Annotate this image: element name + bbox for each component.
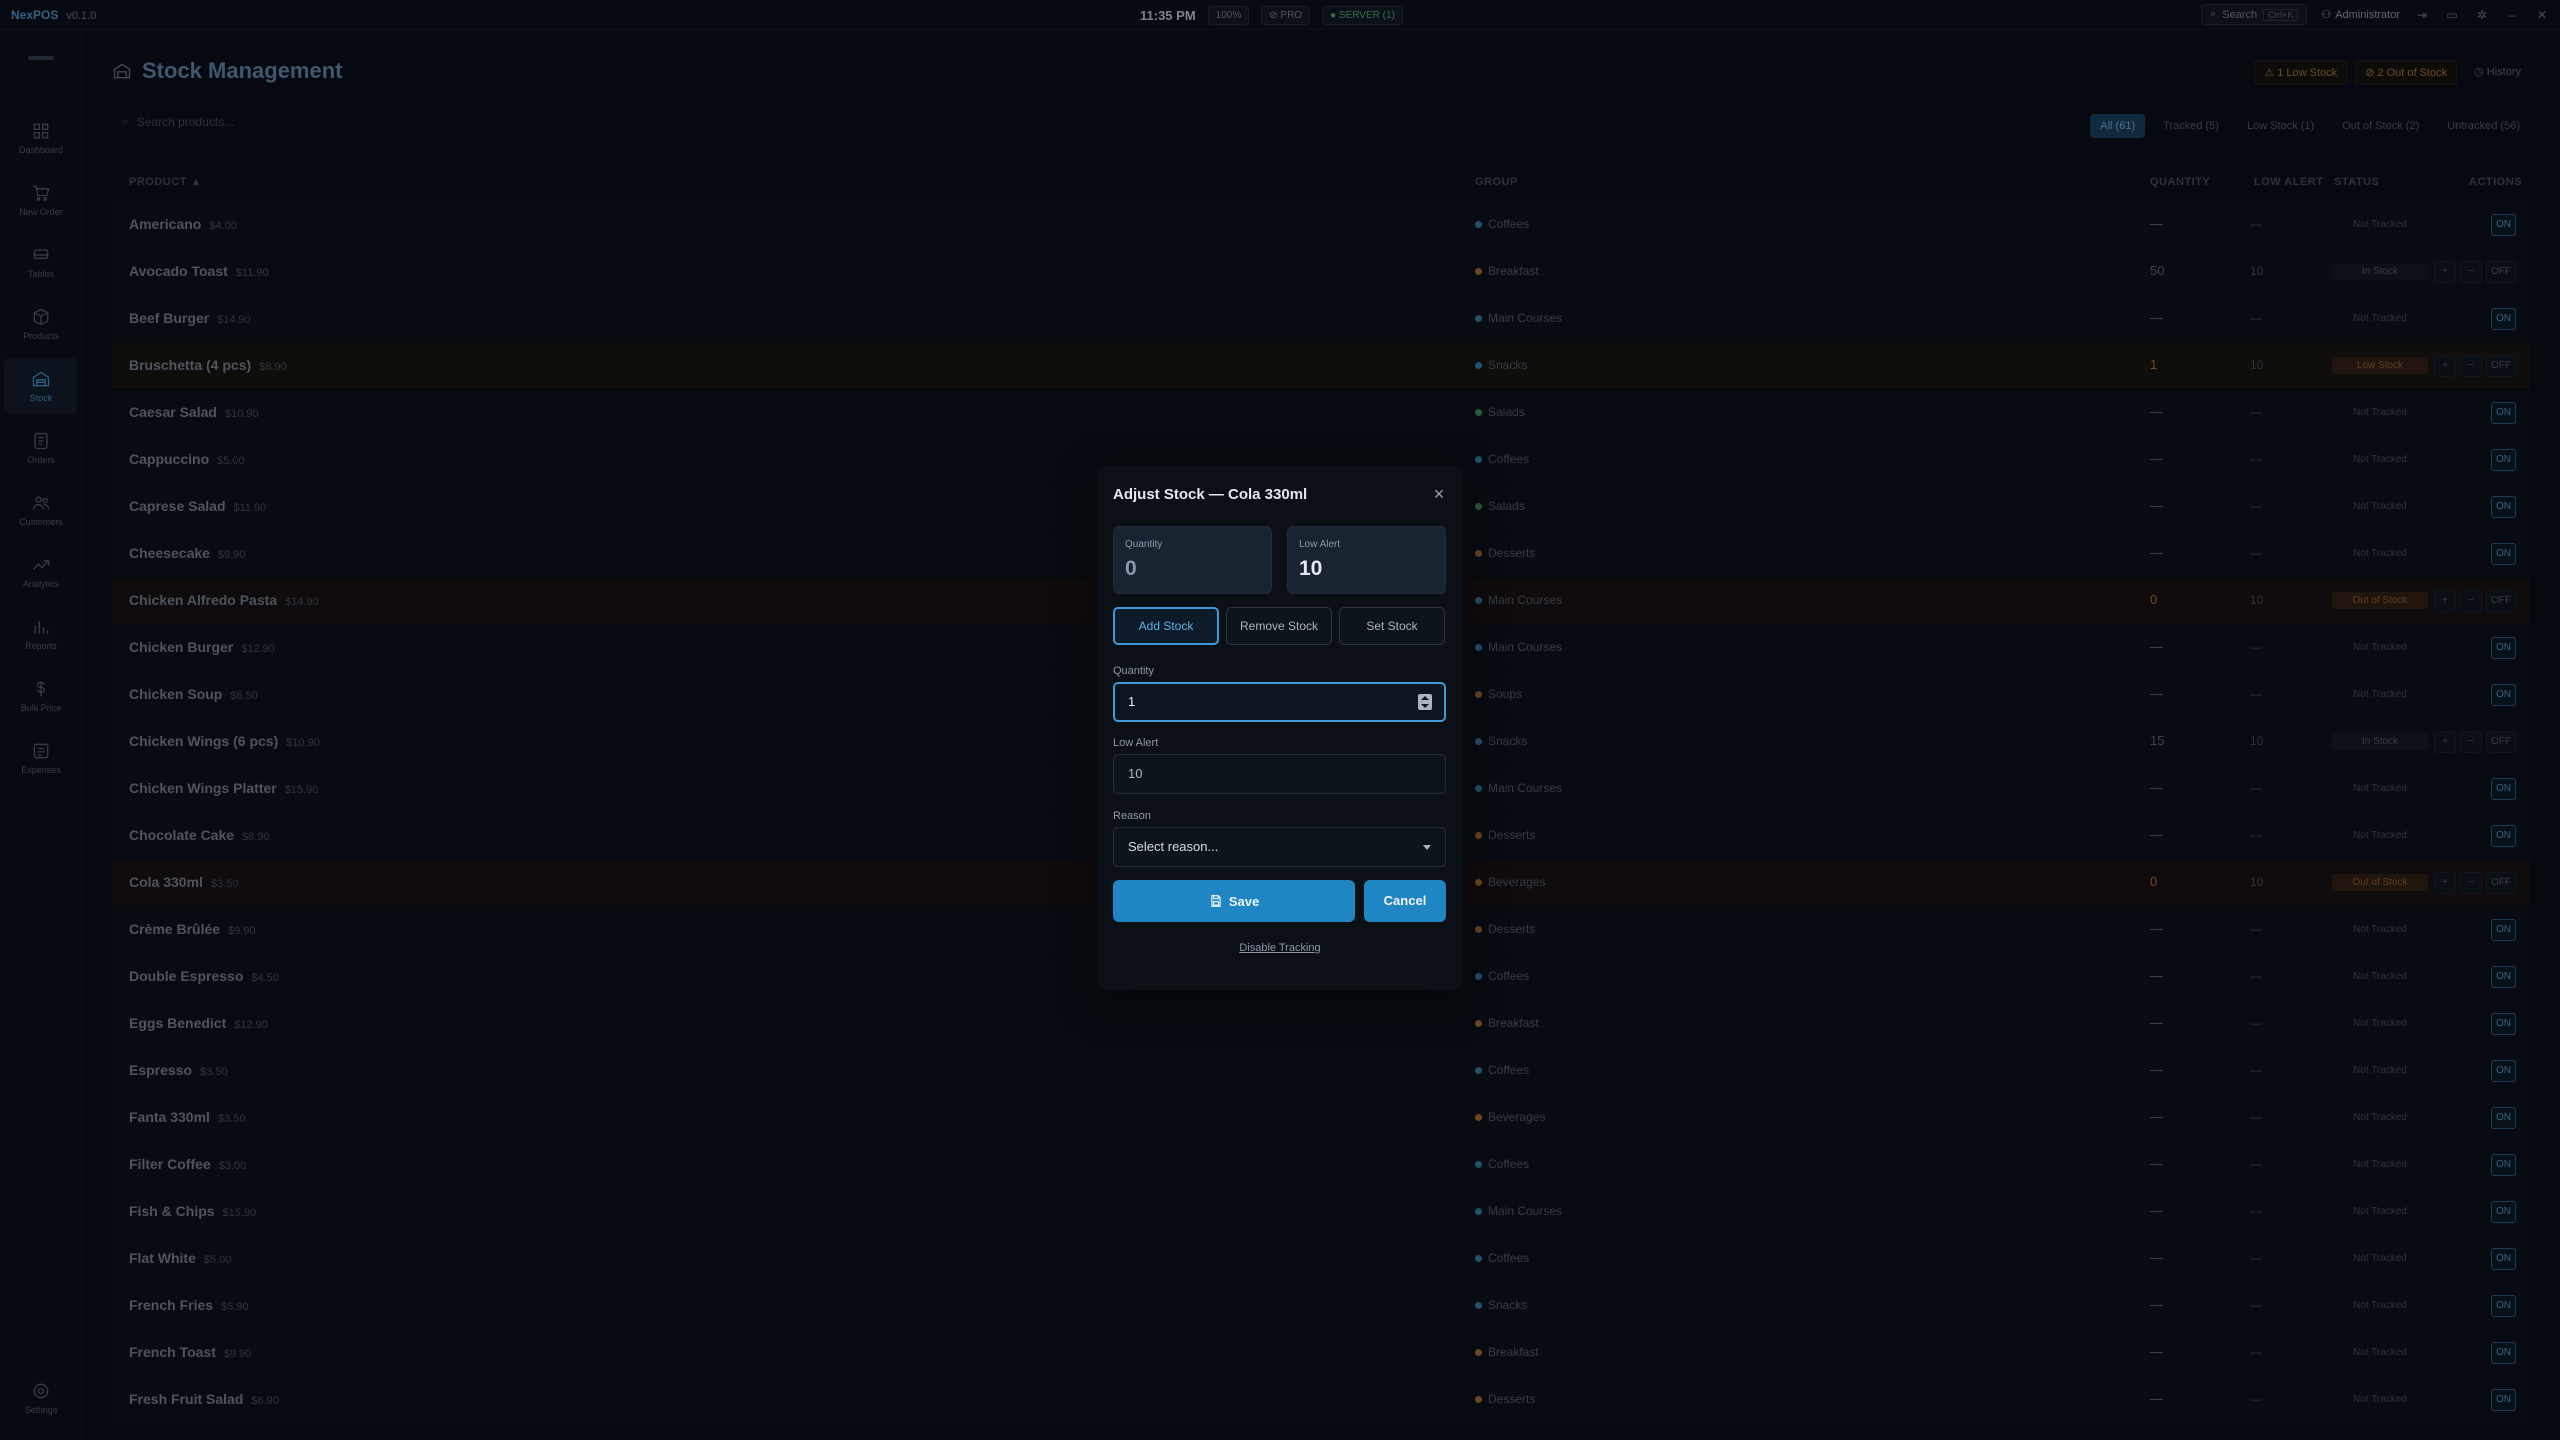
low-alert-card: Low Alert 10 xyxy=(1287,526,1446,594)
disable-tracking-link[interactable]: Disable Tracking xyxy=(1097,942,1463,954)
dialog-title: Adjust Stock — Cola 330ml xyxy=(1113,486,1308,503)
low-alert-label: Low Alert xyxy=(1299,539,1341,550)
current-quantity-card: Quantity 0 xyxy=(1113,526,1272,594)
remove-stock-tab[interactable]: Remove Stock xyxy=(1226,607,1332,645)
close-icon[interactable]: × xyxy=(1429,484,1449,504)
reason-select[interactable]: Select reason... xyxy=(1113,827,1446,867)
adjust-mode-tabs: Add Stock Remove Stock Set Stock xyxy=(1113,607,1445,645)
adjust-stock-dialog: Adjust Stock — Cola 330ml × Quantity 0 L… xyxy=(1097,466,1463,990)
low-alert-input[interactable]: 10 xyxy=(1113,754,1446,794)
add-stock-tab[interactable]: Add Stock xyxy=(1113,607,1219,645)
low-alert-input-value: 10 xyxy=(1128,766,1143,781)
quantity-stepper-icon[interactable] xyxy=(1418,694,1432,710)
reason-select-value: Select reason... xyxy=(1128,839,1219,854)
current-quantity-value: 0 xyxy=(1125,557,1137,580)
current-quantity-label: Quantity xyxy=(1125,539,1163,550)
low-alert-field-label: Low Alert xyxy=(1113,737,1159,749)
save-button[interactable]: Save xyxy=(1113,880,1355,922)
save-icon xyxy=(1211,895,1221,907)
save-label: Save xyxy=(1228,893,1260,909)
quantity-input[interactable]: 1 xyxy=(1113,682,1446,722)
chevron-down-icon xyxy=(1423,845,1431,850)
low-alert-value: 10 xyxy=(1299,557,1323,580)
quantity-input-value: 1 xyxy=(1128,694,1136,709)
set-stock-tab[interactable]: Set Stock xyxy=(1339,607,1445,645)
cancel-button[interactable]: Cancel xyxy=(1364,880,1446,922)
quantity-field-label: Quantity xyxy=(1113,665,1154,677)
reason-field-label: Reason xyxy=(1113,810,1151,822)
